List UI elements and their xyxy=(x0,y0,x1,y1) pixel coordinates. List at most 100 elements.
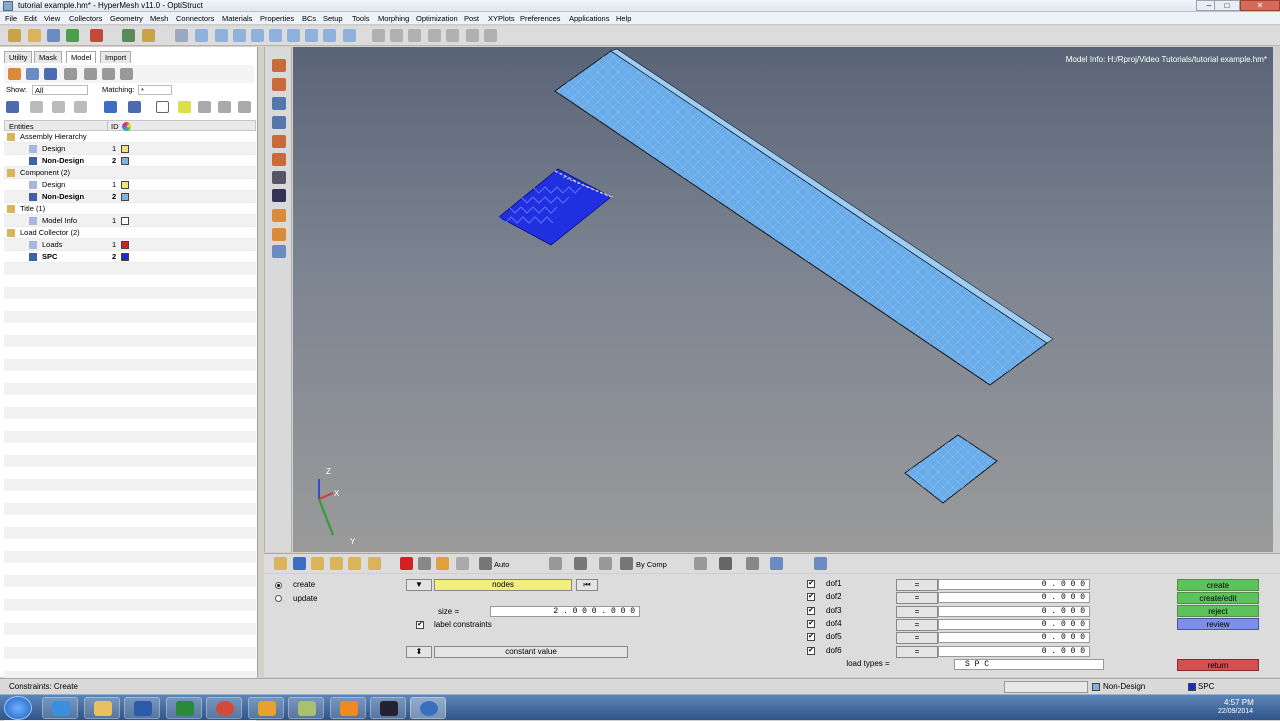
constant-value-toggle[interactable]: ⬍ xyxy=(406,646,432,658)
model-icon[interactable] xyxy=(142,29,155,42)
menu-morphing[interactable]: Morphing xyxy=(378,14,409,23)
view-icon-2[interactable] xyxy=(233,29,246,42)
dof-checkbox[interactable]: ✔ xyxy=(807,633,815,642)
dof-value-field[interactable]: 0 . 0 0 0 xyxy=(938,645,1090,657)
dof-operator-button[interactable]: = xyxy=(896,618,938,631)
tab-import[interactable]: Import xyxy=(100,51,132,63)
update-radio[interactable] xyxy=(275,595,282,602)
menu-applications[interactable]: Applications xyxy=(569,14,609,23)
menu-file[interactable]: File xyxy=(5,14,17,23)
tree-row[interactable]: Load Collector (2) xyxy=(4,227,256,239)
dof-operator-button[interactable]: = xyxy=(896,645,938,658)
menu-optimization[interactable]: Optimization xyxy=(416,14,458,23)
viewport-scrollbar[interactable] xyxy=(1273,47,1280,552)
load-view-icon[interactable] xyxy=(102,68,115,80)
tree-row-color-swatch[interactable] xyxy=(121,253,129,261)
rotate-left-icon[interactable] xyxy=(195,29,208,42)
taskbar-ie[interactable] xyxy=(42,697,78,719)
viz-icon-6[interactable] xyxy=(368,557,381,570)
tree-row[interactable]: Title (1) xyxy=(4,203,256,215)
dof-operator-button[interactable]: = xyxy=(896,592,938,605)
dof-value-field[interactable]: 0 . 0 0 0 xyxy=(938,605,1090,617)
menu-setup[interactable]: Setup xyxy=(323,14,343,23)
dof-checkbox[interactable]: ✔ xyxy=(807,619,815,628)
viz-icon-16[interactable] xyxy=(770,557,783,570)
create-icon[interactable] xyxy=(178,101,191,113)
zoom-icon[interactable] xyxy=(175,29,188,42)
tree-row[interactable]: Model Info 1 xyxy=(4,215,256,227)
create-edit-button[interactable]: create/edit xyxy=(1177,592,1259,604)
viz-icon-2[interactable] xyxy=(293,557,306,570)
view-icon-4[interactable] xyxy=(269,29,282,42)
menu-mesh[interactable]: Mesh xyxy=(150,14,168,23)
show-all-icon[interactable] xyxy=(198,101,211,113)
taskbar-hyperworks[interactable] xyxy=(410,697,446,719)
viz-icon-4[interactable] xyxy=(330,557,343,570)
tree-row[interactable]: Design 1 xyxy=(4,143,256,155)
create-radio[interactable] xyxy=(275,582,282,589)
viz-icon-15[interactable] xyxy=(746,557,759,570)
rotate-icon[interactable] xyxy=(408,29,421,42)
save-icon[interactable] xyxy=(47,29,60,42)
dof-value-field[interactable]: 0 . 0 0 0 xyxy=(938,579,1090,590)
tool-icon-6[interactable] xyxy=(272,153,286,166)
return-button[interactable]: return xyxy=(1177,659,1259,671)
menu-help[interactable]: Help xyxy=(616,14,631,23)
dof-value-field[interactable]: 0 . 0 0 0 xyxy=(938,618,1090,630)
viz-icon-3[interactable] xyxy=(311,557,324,570)
numbers-icon[interactable] xyxy=(272,189,286,202)
nodes-selector[interactable]: nodes xyxy=(434,579,572,591)
size-field[interactable]: 2 . 0 0 0 . 0 0 0 xyxy=(490,606,640,617)
user-icon[interactable] xyxy=(122,29,135,42)
vis-mode-select[interactable]: Auto xyxy=(494,560,509,569)
view-icon-5[interactable] xyxy=(287,29,300,42)
view-icon-1[interactable] xyxy=(215,29,228,42)
taskbar-excel[interactable] xyxy=(166,697,202,719)
menu-bcs[interactable]: BCs xyxy=(302,14,316,23)
material-view-icon[interactable] xyxy=(44,68,57,80)
current-component[interactable]: Non-Design xyxy=(1103,682,1145,691)
menu-connectors[interactable]: Connectors xyxy=(176,14,214,23)
tree-row[interactable]: SPC 2 xyxy=(4,251,256,263)
dof-checkbox[interactable]: ✔ xyxy=(807,646,815,655)
viz-icon-8[interactable] xyxy=(436,557,449,570)
view-icon-3[interactable] xyxy=(251,29,264,42)
viz-icon-11[interactable] xyxy=(574,557,587,570)
dof-operator-button[interactable]: = xyxy=(896,579,938,591)
menu-edit[interactable]: Edit xyxy=(24,14,37,23)
viz-icon-13[interactable] xyxy=(694,557,707,570)
arrow-horizontal-icon[interactable] xyxy=(446,29,459,42)
entity-type-dropdown[interactable]: ▼ xyxy=(406,579,432,591)
matching-input[interactable]: * xyxy=(138,85,172,95)
open-model-icon[interactable] xyxy=(8,29,21,42)
menu-properties[interactable]: Properties xyxy=(260,14,294,23)
graphics-viewport[interactable]: Model Info: H:/Rproj/Video Tutorials/tut… xyxy=(293,47,1273,552)
spin-icon[interactable] xyxy=(484,29,497,42)
menu-xyplots[interactable]: XYPlots xyxy=(488,14,515,23)
viz-icon-17[interactable] xyxy=(814,557,827,570)
tool-icon-4[interactable] xyxy=(272,116,286,129)
export-icon[interactable] xyxy=(90,29,103,42)
taskbar-chrome[interactable] xyxy=(206,697,242,719)
viz-icon-9[interactable] xyxy=(456,557,469,570)
reverse-icon[interactable] xyxy=(238,101,251,113)
extra-view-icon[interactable] xyxy=(120,68,133,80)
open-file-icon[interactable] xyxy=(28,29,41,42)
load-types-field[interactable]: S P C xyxy=(954,659,1104,670)
viz-icon-10[interactable] xyxy=(549,557,562,570)
menu-materials[interactable]: Materials xyxy=(222,14,252,23)
tree-row-color-swatch[interactable] xyxy=(121,145,129,153)
tree-icon[interactable] xyxy=(52,101,65,113)
taskbar-vlc[interactable] xyxy=(330,697,366,719)
expand-icon[interactable] xyxy=(6,101,19,113)
tree-row[interactable]: Loads 1 xyxy=(4,239,256,251)
viz-icon-1[interactable] xyxy=(274,557,287,570)
tool-icon-5[interactable] xyxy=(272,135,286,148)
tree-row-color-swatch[interactable] xyxy=(121,181,129,189)
dof-operator-button[interactable]: = xyxy=(896,632,938,645)
menu-preferences[interactable]: Preferences xyxy=(520,14,560,23)
show-select[interactable]: All xyxy=(32,85,88,95)
zoom-fit-icon[interactable] xyxy=(390,29,403,42)
current-load-collector[interactable]: SPC xyxy=(1198,682,1214,691)
dof-checkbox[interactable]: ✔ xyxy=(807,593,815,602)
